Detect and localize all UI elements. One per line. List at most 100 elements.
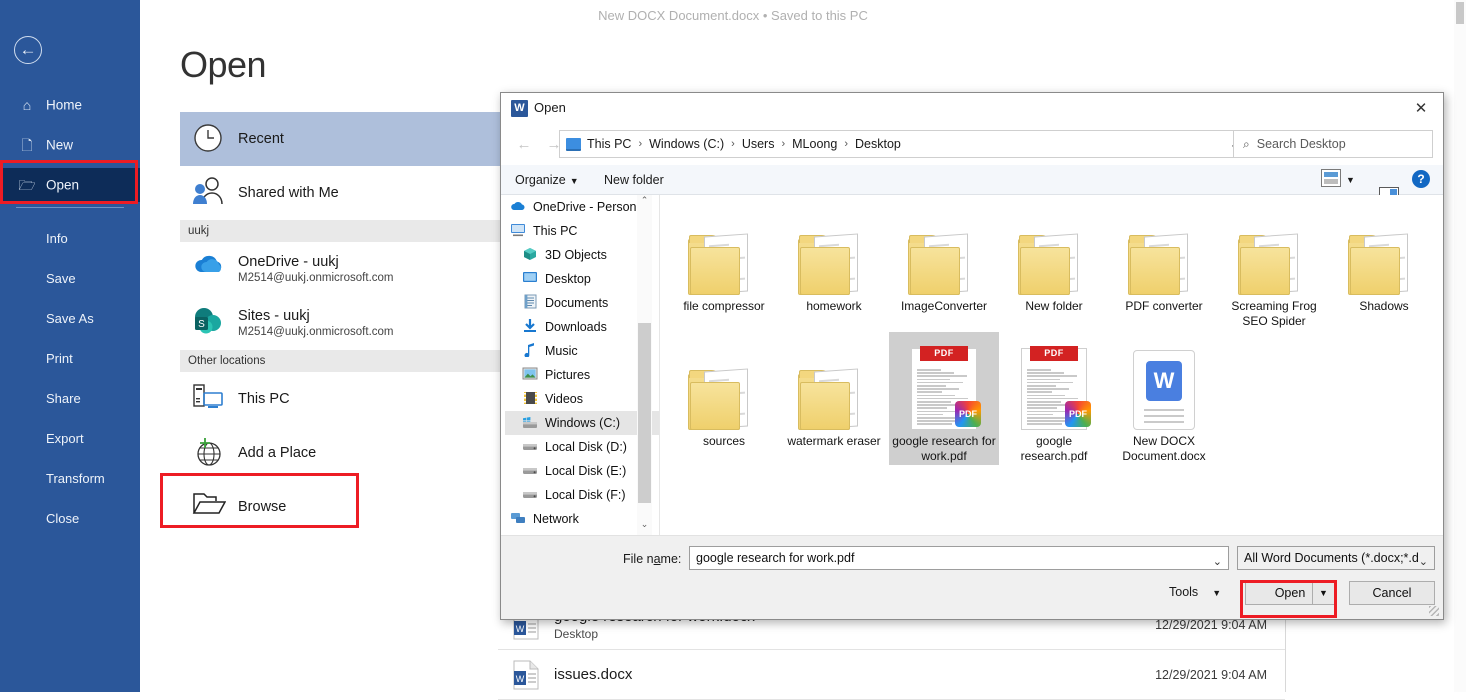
chevron-down-icon[interactable]: ⌄	[1419, 551, 1428, 569]
scrollbar-thumb[interactable]	[1456, 2, 1464, 24]
help-icon[interactable]: ?	[1412, 170, 1430, 188]
breadcrumb-segment[interactable]: Windows (C:)	[647, 137, 726, 151]
tree-item-icon-wrap	[521, 417, 539, 429]
tree-item-documents[interactable]: Documents	[505, 291, 659, 315]
search-box[interactable]: ⌕ Search Desktop	[1233, 130, 1433, 158]
tree-item-onedrive-person[interactable]: OneDrive - Person	[505, 195, 659, 219]
rail-item-save[interactable]: Save	[0, 262, 140, 296]
cancel-button[interactable]: Cancel	[1349, 581, 1435, 605]
place-icon-wrap	[180, 436, 238, 470]
close-icon[interactable]: ✕	[1399, 93, 1443, 125]
tree-item-this-pc[interactable]: This PC	[505, 219, 659, 243]
clock-icon	[192, 122, 226, 156]
pdf-badge: PDF	[955, 401, 981, 427]
file-item[interactable]: PDF PDF google research for work.pdf	[889, 332, 999, 465]
rail-item-close[interactable]: Close	[0, 502, 140, 536]
dialog-title: Open	[534, 100, 566, 115]
recent-document-text: issues.docx	[554, 666, 1155, 683]
rail-item-open[interactable]: 🗁 Open	[0, 168, 140, 202]
file-item[interactable]: sources	[669, 332, 779, 450]
tree-item-label: Documents	[545, 296, 609, 310]
pdf-badge: PDF	[1065, 401, 1091, 427]
tree-item-icon-wrap	[521, 464, 539, 479]
file-item[interactable]: Shadows	[1329, 197, 1439, 315]
place-text: OneDrive - uukj M2514@uukj.onmicrosoft.co…	[238, 254, 394, 284]
file-item[interactable]: homework	[779, 197, 889, 315]
file-item[interactable]: PDF converter	[1109, 197, 1219, 315]
open-split-caret-icon[interactable]: ▼	[1312, 582, 1334, 604]
breadcrumb-segment[interactable]: This PC	[585, 137, 633, 151]
file-thumbnail	[1219, 197, 1329, 295]
tree-item-music[interactable]: Music	[505, 339, 659, 363]
tree-item-desktop[interactable]: Desktop	[505, 267, 659, 291]
tree-item-label: Music	[545, 344, 578, 358]
scroll-down-icon[interactable]: ⌄	[637, 519, 652, 535]
place-name: Recent	[238, 131, 284, 147]
tree-item-icon-wrap	[521, 440, 539, 455]
file-thumbnail: PDF PDF	[999, 332, 1109, 430]
breadcrumb-separator: ›	[731, 138, 735, 150]
place-subtitle: M2514@uukj.onmicrosoft.com	[238, 272, 394, 284]
rail-item-new[interactable]: 🗋 New	[0, 128, 140, 162]
tree-item-local-disk-e[interactable]: Local Disk (E:)	[505, 459, 659, 483]
file-item[interactable]: ImageConverter	[889, 197, 999, 315]
scroll-up-icon[interactable]: ⌃	[637, 195, 652, 211]
place-name: Shared with Me	[238, 185, 339, 201]
file-item[interactable]: New folder	[999, 197, 1109, 315]
chevron-down-icon[interactable]: ⌄	[1213, 551, 1222, 573]
change-view-icon[interactable]	[1321, 169, 1341, 187]
view-options-caret-icon[interactable]: ▼	[1346, 165, 1355, 195]
desktop-icon	[522, 271, 538, 287]
tree-item-windows-c[interactable]: Windows (C:)	[505, 411, 659, 435]
tree-scrollbar[interactable]: ⌃ ⌄	[637, 195, 652, 535]
file-type-select[interactable]: All Word Documents (*.docx;*.d ⌄	[1237, 546, 1435, 570]
file-item[interactable]: PDF PDF google research.pdf	[999, 332, 1109, 465]
home-icon: ⌂	[22, 97, 32, 114]
file-name-input[interactable]: google research for work.pdf ⌄	[689, 546, 1229, 570]
organize-button[interactable]: Organize ▼	[515, 165, 579, 196]
tree-scrollbar-thumb[interactable]	[638, 323, 651, 503]
file-name-label: File name:	[623, 552, 681, 566]
rail-item-export[interactable]: Export	[0, 422, 140, 456]
tree-item-downloads[interactable]: Downloads	[505, 315, 659, 339]
tree-item-3d-objects[interactable]: 3D Objects	[505, 243, 659, 267]
place-text: Sites - uukj M2514@uukj.onmicrosoft.com	[238, 308, 394, 338]
rail-item-transform[interactable]: Transform	[0, 462, 140, 496]
3d-objects-icon	[523, 247, 537, 264]
folder-icon	[1348, 233, 1420, 295]
file-item[interactable]: file compressor	[669, 197, 779, 315]
breadcrumb-segment[interactable]: MLoong	[790, 137, 839, 151]
tree-item-videos[interactable]: Videos	[505, 387, 659, 411]
resize-grip[interactable]	[1429, 606, 1439, 616]
file-item[interactable]: W New DOCX Document.docx	[1109, 332, 1219, 465]
open-folder-icon: 🗁	[18, 177, 36, 194]
recent-document-row[interactable]: Wissues.docx 12/29/2021 9:04 AM	[498, 650, 1285, 700]
open-button[interactable]: Open ▼	[1245, 581, 1335, 605]
new-folder-button[interactable]: New folder	[604, 165, 664, 195]
search-input[interactable]: Search Desktop	[1257, 137, 1346, 151]
address-bar[interactable]: This PC › Windows (C:) › Users › MLoong › Deskto…	[559, 130, 1249, 158]
back-arrow-button[interactable]: ←	[14, 36, 42, 64]
window-scrollbar[interactable]	[1454, 0, 1466, 692]
tree-item-network[interactable]: Network	[505, 507, 659, 531]
tree-item-label: Pictures	[545, 368, 591, 382]
rail-item-print[interactable]: Print	[0, 342, 140, 376]
pane-splitter[interactable]	[659, 195, 660, 535]
file-thumbnail	[669, 197, 779, 295]
breadcrumb-segment[interactable]: Desktop	[853, 137, 903, 151]
rail-item-share[interactable]: Share	[0, 382, 140, 416]
pdf-file-icon: PDF PDF	[1021, 346, 1091, 430]
tools-button[interactable]: Tools ▼	[1169, 585, 1221, 599]
people-icon	[192, 176, 226, 210]
breadcrumb-segment[interactable]: Users	[740, 137, 777, 151]
pdf-band-label: PDF	[920, 346, 968, 361]
tree-item-pictures[interactable]: Pictures	[505, 363, 659, 387]
rail-item-save-as[interactable]: Save As	[0, 302, 140, 336]
back-button[interactable]: ←	[511, 132, 537, 158]
rail-item-home[interactable]: ⌂ Home	[0, 88, 140, 122]
tree-item-local-disk-d[interactable]: Local Disk (D:)	[505, 435, 659, 459]
file-item[interactable]: Screaming Frog SEO Spider	[1219, 197, 1329, 330]
file-item[interactable]: watermark eraser	[779, 332, 889, 450]
tree-item-local-disk-f[interactable]: Local Disk (F:)	[505, 483, 659, 507]
rail-item-info[interactable]: Info	[0, 222, 140, 256]
